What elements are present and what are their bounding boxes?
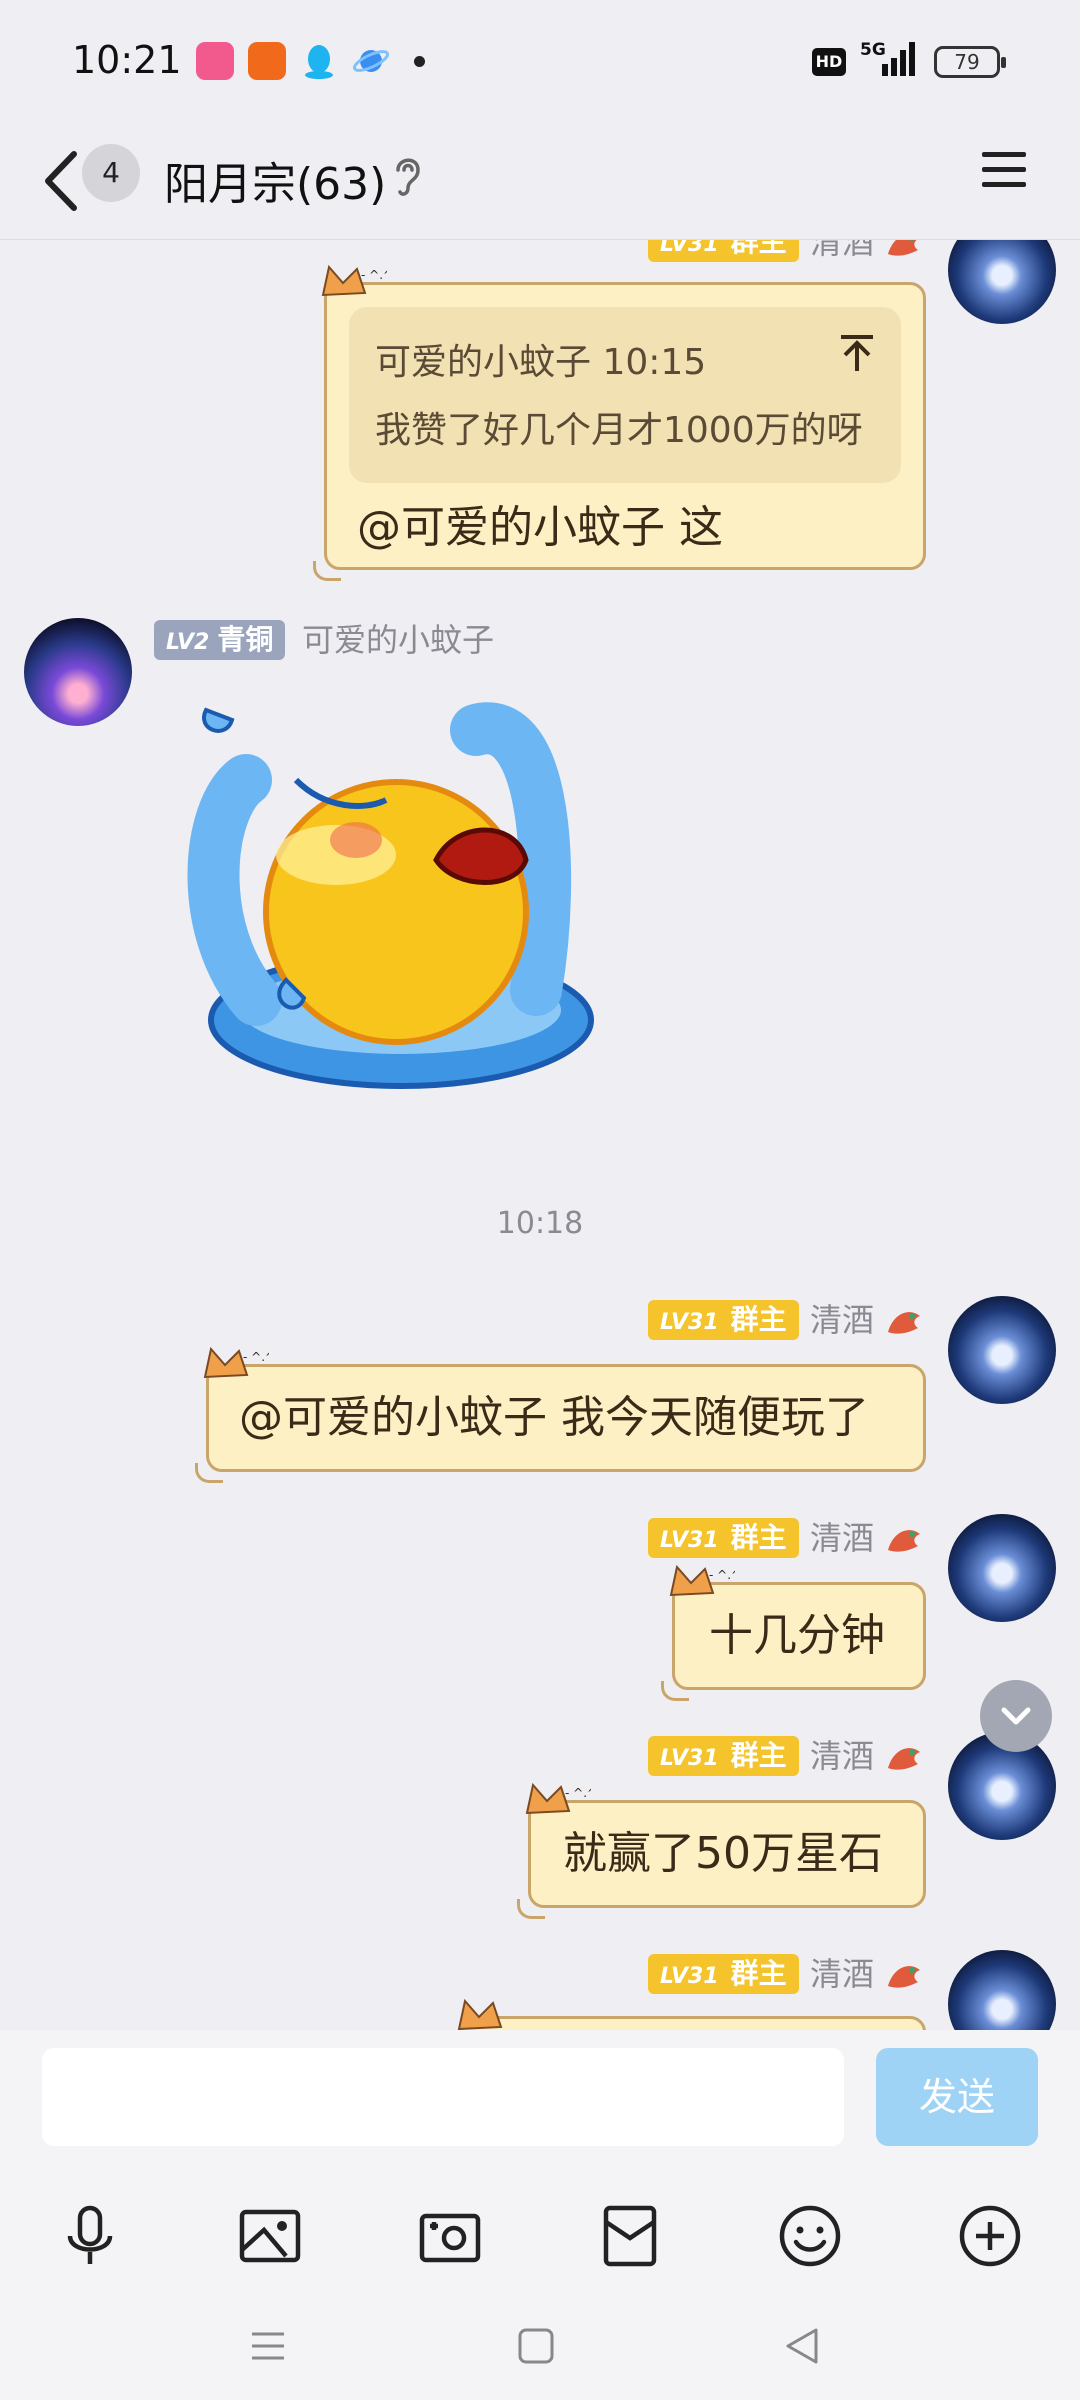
kuaishou-app-icon: [248, 42, 286, 80]
cat-ears-decoration: - ^.^=: [525, 1782, 591, 1815]
badge-title: 群主: [730, 1303, 787, 1336]
battery-icon: 79: [934, 46, 1006, 78]
dragon-icon: [888, 1748, 920, 1770]
badge-level: LV31: [660, 240, 719, 257]
sender-avatar[interactable]: [948, 1296, 1056, 1404]
message-text: 十几分钟: [709, 1610, 885, 1661]
sender-nickname: 清酒: [810, 240, 875, 261]
recent-apps-icon[interactable]: [246, 2324, 290, 2368]
svg-text:- ^.^=: - ^.^=: [243, 1350, 269, 1364]
status-bar: 10:21 HD 5G 79: [0, 0, 1080, 124]
sender-nickname: 可爱的小蚊子: [302, 621, 495, 659]
cat-ears-decoration: [457, 1998, 503, 2030]
unread-count-badge[interactable]: 4: [82, 144, 140, 202]
planet-app-icon: [352, 42, 390, 80]
send-button[interactable]: 发送: [876, 2048, 1038, 2146]
badge-title: 群主: [730, 240, 787, 258]
image-icon[interactable]: [234, 2200, 306, 2272]
owner-badge: LV31 群主: [648, 1954, 799, 1994]
message-input[interactable]: [42, 2048, 844, 2146]
plus-icon[interactable]: [954, 2200, 1026, 2272]
badge-level: LV31: [660, 1746, 719, 1771]
hd-icon: HD: [812, 48, 846, 76]
chevron-down-icon: [1001, 1707, 1031, 1725]
sender-nickname: 清酒: [810, 1301, 875, 1339]
bilibili-app-icon: [196, 42, 234, 80]
badge-level: LV31: [660, 1528, 719, 1553]
signal-icon: 5G: [860, 40, 920, 80]
input-area: 发送: [0, 2030, 1080, 2280]
badge-title: 群主: [730, 1957, 787, 1990]
emoji-icon[interactable]: [774, 2200, 846, 2272]
home-icon[interactable]: [514, 2324, 558, 2368]
svg-text:- ^.^=: - ^.^=: [565, 1786, 591, 1800]
quote-author-time: 可爱的小蚊子 10:15: [375, 342, 707, 383]
sender-nickname: 清酒: [810, 1519, 875, 1557]
badge-title: 群主: [730, 1521, 787, 1554]
message-bubble[interactable]: - ^.^= 就赢了50万星石: [517, 1782, 926, 1919]
bubble-curl-decoration: [313, 561, 341, 581]
sender-avatar[interactable]: [948, 240, 1056, 324]
owner-badge: LV31 群主: [648, 240, 799, 262]
sender-avatar[interactable]: [24, 618, 132, 726]
badge-title: 群主: [730, 1739, 787, 1772]
bubble-curl-decoration: [661, 1681, 689, 1701]
badge-title: 青铜: [217, 623, 274, 656]
message-bubble[interactable]: [457, 1998, 926, 2030]
bubble-curl-decoration: [195, 1463, 223, 1483]
owner-badge: LV31 群主: [648, 1300, 799, 1340]
back-nav-icon[interactable]: [780, 2324, 824, 2368]
group-title[interactable]: 阳月宗(63): [164, 148, 386, 212]
microphone-icon[interactable]: [54, 2200, 126, 2272]
cat-ears-decoration: - ^.^=: [203, 1346, 269, 1379]
svg-text:- ^.^=: - ^.^=: [361, 268, 387, 282]
badge-level: LV31: [660, 1310, 719, 1335]
message-text: @可爱的小蚊子 这: [357, 502, 723, 553]
menu-icon[interactable]: [980, 148, 1028, 192]
bronze-badge: LV2 青铜: [154, 620, 286, 660]
scroll-to-bottom-button[interactable]: [980, 1680, 1052, 1752]
message-bubble[interactable]: - ^.^= 十几分钟: [661, 1564, 926, 1701]
red-packet-icon[interactable]: [594, 2200, 666, 2272]
time-divider: 10:18: [496, 1206, 584, 1241]
sender-nickname: 清酒: [810, 1737, 875, 1775]
cat-ears-decoration: - ^.^=: [321, 264, 387, 297]
dragon-icon: [888, 1966, 920, 1988]
dragon-icon: [888, 1530, 920, 1552]
chat-message-list[interactable]: LV31 群主 清酒 - ^.^= 可爱的小蚊子 10:15 我赞了好几个月才10…: [0, 240, 1080, 2030]
notification-dot: [414, 56, 425, 67]
message-bubble-quote-reply[interactable]: - ^.^= 可爱的小蚊子 10:15 我赞了好几个月才1000万的呀 @可爱的…: [313, 264, 926, 581]
badge-level: LV31: [660, 1964, 719, 1989]
ear-mode-icon[interactable]: [390, 154, 426, 198]
owner-badge: LV31 群主: [648, 1518, 799, 1558]
owner-badge: LV31 群主: [648, 1736, 799, 1776]
dragon-icon: [888, 1312, 920, 1334]
qq-app-icon: [300, 42, 338, 80]
sender-avatar[interactable]: [948, 1950, 1056, 2030]
chat-header: [0, 124, 1080, 240]
cat-ears-decoration: - ^.^=: [669, 1564, 735, 1597]
status-time: 10:21: [72, 38, 182, 82]
badge-level: LV2: [166, 630, 210, 655]
sender-avatar[interactable]: [948, 1514, 1056, 1622]
svg-text:- ^.^=: - ^.^=: [709, 1568, 735, 1582]
crying-emoji-sticker[interactable]: [186, 690, 616, 1110]
back-arrow-icon[interactable]: [38, 146, 88, 216]
message-bubble[interactable]: - ^.^= @可爱的小蚊子 我今天随便玩了: [195, 1346, 926, 1483]
camera-icon[interactable]: [414, 2200, 486, 2272]
bubble-curl-decoration: [517, 1899, 545, 1919]
message-text: 就赢了50万星石: [563, 1828, 883, 1879]
dragon-icon: [888, 240, 918, 256]
jump-to-quote-icon[interactable]: [839, 333, 875, 373]
sender-nickname: 清酒: [810, 1955, 875, 1993]
message-text: @可爱的小蚊子 我今天随便玩了: [239, 1392, 869, 1443]
quote-text: 我赞了好几个月才1000万的呀: [375, 410, 863, 451]
quoted-message[interactable]: 可爱的小蚊子 10:15 我赞了好几个月才1000万的呀: [349, 307, 901, 483]
